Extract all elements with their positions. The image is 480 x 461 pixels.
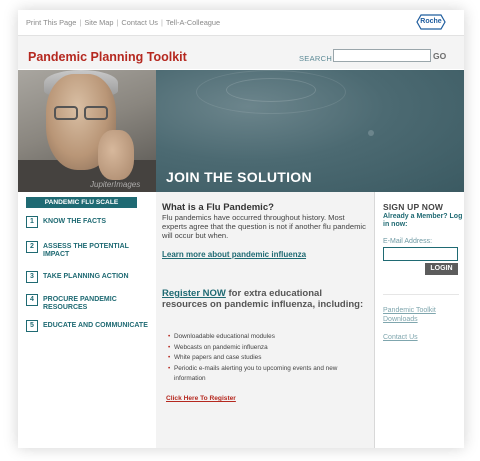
list-item-text: Webcasts on pandemic influenza (174, 343, 268, 351)
flu-scale-nav: PANDEMIC FLU SCALE 1 KNOW THE FACTS 2 AS… (18, 192, 156, 448)
separator: | (116, 18, 119, 27)
hero-tagline: JOIN THE SOLUTION (166, 169, 312, 185)
sidebar-divider (383, 294, 459, 295)
page-container: Print This Page | Site Map | Contact Us | Tell… (18, 10, 464, 448)
list-item: • White papers and case studies (168, 353, 368, 364)
step-label: TAKE PLANNING ACTION (43, 273, 129, 280)
sidebar-contact-us-link[interactable]: Contact Us (383, 334, 418, 341)
register-now-link[interactable]: Register NOW (162, 288, 226, 299)
site-map-link[interactable]: Site Map (84, 18, 113, 27)
bullet-icon: • (168, 364, 171, 372)
step-number: 4 (26, 294, 38, 306)
step-number: 2 (26, 241, 38, 253)
site-title: Pandemic Planning Toolkit (28, 50, 187, 64)
step-number: 1 (26, 216, 38, 228)
search-label: SEARCH (299, 54, 333, 63)
signup-sidebar: SIGN UP NOW Already a Member? Log in now… (374, 192, 464, 448)
list-item: • Webcasts on pandemic influenza (168, 343, 368, 354)
top-bar: Print This Page | Site Map | Contact Us | Tell… (18, 10, 464, 35)
logo-text: Roche (420, 18, 442, 25)
list-item-text: White papers and case studies (174, 354, 262, 361)
content-body: Flu pandemics have occurred throughout h… (162, 213, 366, 240)
learn-more-link[interactable]: Learn more about pandemic influenza (162, 250, 306, 259)
utility-nav: Print This Page | Site Map | Contact Us | Tell… (26, 18, 220, 27)
email-label: E-Mail Address: (383, 238, 433, 245)
content-heading: What is a Flu Pandemic? (162, 202, 274, 213)
glasses-left-lens (54, 106, 78, 120)
title-bar: Pandemic Planning Toolkit SEARCH GO (18, 35, 464, 69)
click-to-register-link[interactable]: Click Here To Register (166, 395, 236, 402)
roche-logo[interactable]: Roche (416, 14, 446, 30)
email-field[interactable] (383, 247, 458, 261)
member-login-prompt: Already a Member? Log in now: (383, 213, 463, 228)
list-item: • Periodic e-mails alerting you to upcomi… (168, 364, 368, 385)
water-drop (368, 130, 374, 136)
step-number: 5 (26, 320, 38, 332)
bullet-icon: • (168, 333, 171, 340)
list-item-text: Downloadable educational modules (174, 333, 275, 340)
step-label: EDUCATE AND COMMUNICATE (43, 322, 148, 329)
hero-banner: JupiterImages JOIN THE SOLUTION (18, 70, 464, 192)
bullet-icon: • (168, 343, 171, 351)
separator: | (79, 18, 82, 27)
print-page-link[interactable]: Print This Page (26, 18, 76, 27)
glasses-right-lens (84, 106, 108, 120)
separator: | (160, 18, 163, 27)
step-label: ASSESS THE POTENTIAL IMPACT (43, 243, 129, 258)
step-label: PROCURE PANDEMIC RESOURCES (43, 296, 117, 311)
login-button[interactable]: LOGIN (425, 263, 458, 275)
contact-us-link[interactable]: Contact Us (121, 18, 158, 27)
step-label: KNOW THE FACTS (43, 218, 106, 225)
search-go-button[interactable]: GO (433, 51, 446, 61)
photo-hand (98, 130, 134, 180)
hero-photo: JupiterImages (18, 70, 156, 192)
register-paragraph: Register NOW for extra educational resou… (162, 288, 368, 310)
benefits-list: • Downloadable educational modules • Webca… (168, 332, 368, 385)
photo-credit: JupiterImages (90, 180, 141, 189)
flu-scale-header: PANDEMIC FLU SCALE (26, 197, 137, 208)
toolkit-downloads-link[interactable]: Pandemic Toolkit Downloads (383, 306, 459, 324)
list-item-text: Periodic e-mails alerting you to upcomin… (174, 364, 338, 383)
water-ripple-inner (226, 78, 316, 102)
list-item: • Downloadable educational modules (168, 332, 368, 343)
step-number: 3 (26, 271, 38, 283)
signup-heading: SIGN UP NOW (383, 202, 444, 212)
main-content: What is a Flu Pandemic? Flu pandemics ha… (156, 192, 374, 448)
tell-a-colleague-link[interactable]: Tell-A-Colleague (166, 18, 220, 27)
search-input[interactable] (333, 49, 431, 62)
bullet-icon: • (168, 354, 171, 361)
